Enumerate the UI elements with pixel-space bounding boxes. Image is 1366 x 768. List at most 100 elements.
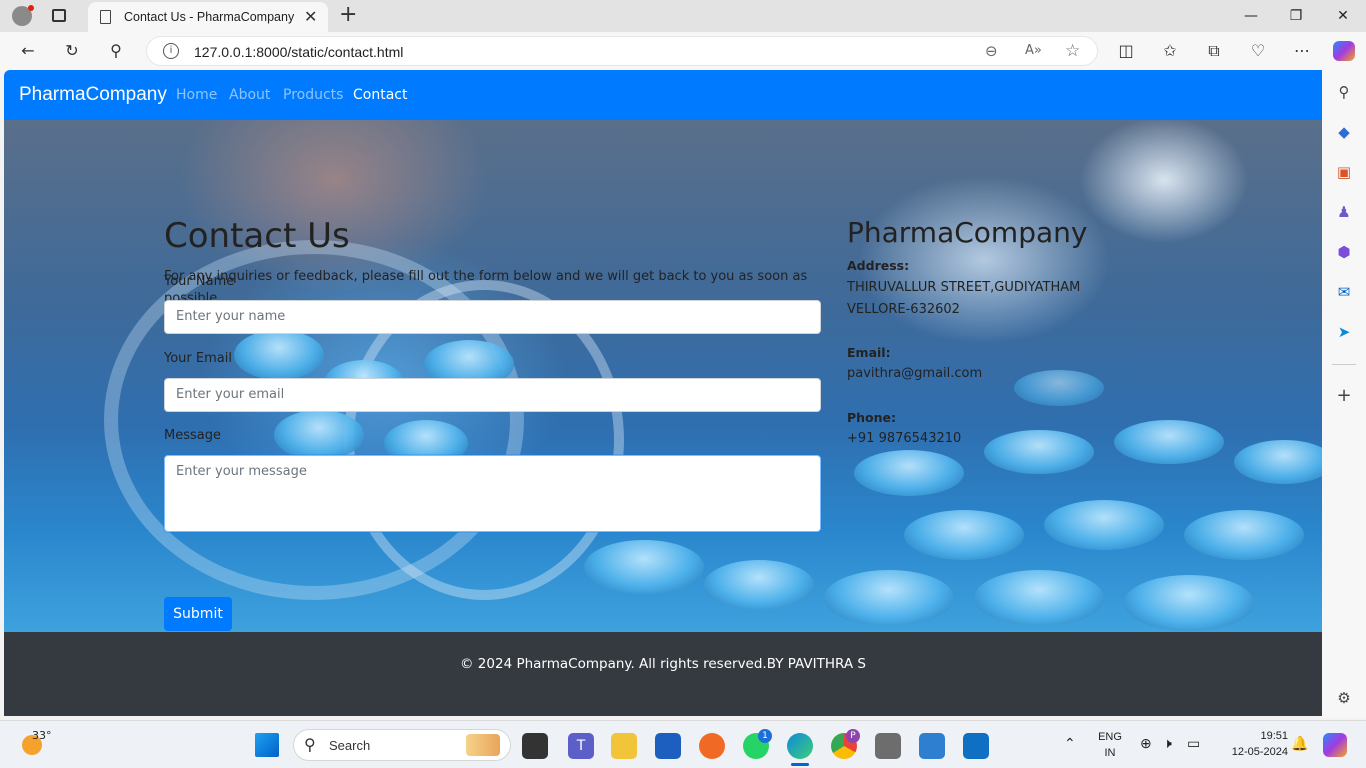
volume-icon[interactable]: 🕨 (1163, 735, 1172, 752)
pill-image (584, 540, 704, 594)
language-indicator-line1[interactable]: ENG (1096, 731, 1124, 743)
tab-contact[interactable]: Contact Us - PharmaCompany ✕ (88, 2, 328, 32)
phone-label: Phone: (847, 410, 897, 425)
notepad-icon[interactable] (919, 733, 945, 759)
active-app-indicator (791, 763, 809, 766)
pill-image (1014, 370, 1104, 406)
browser-essentials-icon[interactable]: ♡ (1248, 41, 1268, 61)
teams-icon[interactable]: T (568, 733, 594, 759)
new-tab-button[interactable]: + (339, 2, 357, 27)
pill-image (704, 560, 814, 610)
name-input[interactable]: Enter your name (164, 300, 821, 334)
show-hidden-icons-icon[interactable]: ⌃ (1064, 735, 1076, 752)
email-input[interactable]: Enter your email (164, 378, 821, 412)
notification-bell-icon[interactable]: 🔔 (1291, 735, 1308, 752)
pill-image (1234, 440, 1322, 484)
collections-icon[interactable]: ⧉ (1204, 41, 1224, 61)
pill-image (984, 430, 1094, 474)
task-view-icon[interactable] (522, 733, 548, 759)
edge-sidebar: ⚲ ◆ ▣ ♟ ⬢ ✉ ➤ + ⚙ (1322, 70, 1366, 718)
minimize-icon[interactable]: — (1241, 6, 1261, 26)
message-textarea[interactable]: Enter your message (164, 455, 821, 532)
email-label: Your Email (164, 351, 232, 366)
network-icon[interactable]: ⊕ (1140, 735, 1152, 752)
address-bar[interactable]: i 127.0.0.1:8000/static/contact.html ⊖ A… (146, 36, 1098, 66)
calculator-icon[interactable] (875, 733, 901, 759)
contact-section: Contact Us For any inquiries or feedback… (4, 120, 1322, 632)
more-menu-icon[interactable]: ⋯ (1292, 41, 1312, 61)
name-label: Your Name (164, 274, 235, 289)
weather-temp[interactable]: 33° (32, 729, 52, 742)
tools-icon[interactable]: ▣ (1334, 162, 1354, 182)
pill-image (824, 570, 954, 626)
tab-actions-icon[interactable] (52, 9, 66, 22)
address-label: Address: (847, 258, 910, 273)
edge-icon[interactable] (787, 733, 813, 759)
pill-image (854, 450, 964, 496)
pill-image (1044, 500, 1164, 550)
submit-button[interactable]: Submit (164, 597, 232, 631)
nav-about[interactable]: About (229, 87, 270, 103)
url-text[interactable]: 127.0.0.1:8000/static/contact.html (194, 44, 403, 60)
pill-image (1124, 575, 1254, 631)
favorite-star-icon[interactable]: ☆ (1065, 41, 1080, 61)
pill-image (1114, 420, 1224, 464)
send-icon[interactable]: ➤ (1334, 322, 1354, 342)
games-icon[interactable]: ♟ (1334, 202, 1354, 222)
pill-image (234, 330, 324, 380)
navbar-brand[interactable]: PharmaCompany (19, 84, 167, 106)
vscode-icon[interactable] (963, 733, 989, 759)
search-highlight-icon (466, 734, 500, 756)
taskbar-search-label: Search (329, 738, 371, 753)
phone-value[interactable]: +91 9876543210 (847, 428, 961, 450)
copilot-preview-icon[interactable] (1323, 733, 1347, 757)
browser-tab-bar: Contact Us - PharmaCompany ✕ + — ❐ ✕ (0, 0, 1366, 32)
file-explorer-icon[interactable] (611, 733, 637, 759)
site-navbar: PharmaCompany Home About Products Contac… (4, 70, 1322, 120)
refresh-icon[interactable]: ↻ (62, 41, 82, 61)
copilot-icon[interactable] (1333, 41, 1355, 61)
pill-image (974, 570, 1104, 626)
notification-dot-icon (28, 5, 34, 11)
chrome-profile-badge: P (846, 729, 860, 743)
page-title: Contact Us (164, 216, 350, 256)
message-label: Message (164, 428, 221, 443)
nav-contact[interactable]: Contact (353, 87, 407, 103)
office-icon[interactable]: ⬢ (1334, 242, 1354, 262)
start-icon[interactable] (255, 733, 279, 757)
company-name: PharmaCompany (847, 216, 1088, 249)
clock-date[interactable]: 12-05-2024 (1213, 746, 1288, 758)
nav-home[interactable]: Home (176, 87, 217, 103)
footer-text: © 2024 PharmaCompany. All rights reserve… (460, 656, 866, 672)
close-window-icon[interactable]: ✕ (1333, 6, 1353, 26)
sidebar-search-icon[interactable]: ⚲ (1334, 82, 1354, 102)
clock-time[interactable]: 19:51 (1218, 730, 1288, 742)
read-aloud-icon[interactable]: A» (1025, 43, 1042, 58)
whatsapp-badge: 1 (758, 729, 772, 743)
pill-image (904, 510, 1024, 560)
language-indicator-line2[interactable]: IN (1096, 747, 1124, 759)
email-info-value[interactable]: pavithra@gmail.com (847, 363, 982, 385)
email-info-label: Email: (847, 345, 891, 360)
store-icon[interactable] (655, 733, 681, 759)
pill-image (274, 410, 364, 460)
address-line-1: THIRUVALLUR STREET,GUDIYATHAM (847, 280, 1081, 295)
zoom-out-icon[interactable]: ⊖ (985, 42, 998, 60)
add-icon[interactable]: + (1334, 386, 1354, 406)
shopping-tag-icon[interactable]: ◆ (1334, 122, 1354, 142)
search-icon[interactable]: ⚲ (106, 41, 126, 61)
taskbar-search[interactable]: ⚲ Search (293, 729, 511, 761)
address-line-2: VELLORE-632602 (847, 302, 960, 317)
restore-icon[interactable]: ❐ (1286, 6, 1306, 26)
outlook-icon[interactable]: ✉ (1334, 282, 1354, 302)
close-tab-icon[interactable]: ✕ (304, 7, 317, 26)
firefox-icon[interactable] (699, 733, 725, 759)
back-icon[interactable]: ← (18, 41, 38, 61)
info-icon[interactable]: i (163, 43, 179, 59)
nav-products[interactable]: Products (283, 87, 343, 103)
favorites-icon[interactable]: ✩ (1160, 41, 1180, 61)
battery-icon[interactable]: ▭ (1187, 735, 1200, 752)
settings-gear-icon[interactable]: ⚙ (1334, 688, 1354, 708)
windows-taskbar: 33° ⚲ Search T 1 P ⌃ ENG IN ⊕ 🕨 ▭ 19:51 … (0, 720, 1366, 768)
split-screen-icon[interactable]: ◫ (1116, 41, 1136, 61)
